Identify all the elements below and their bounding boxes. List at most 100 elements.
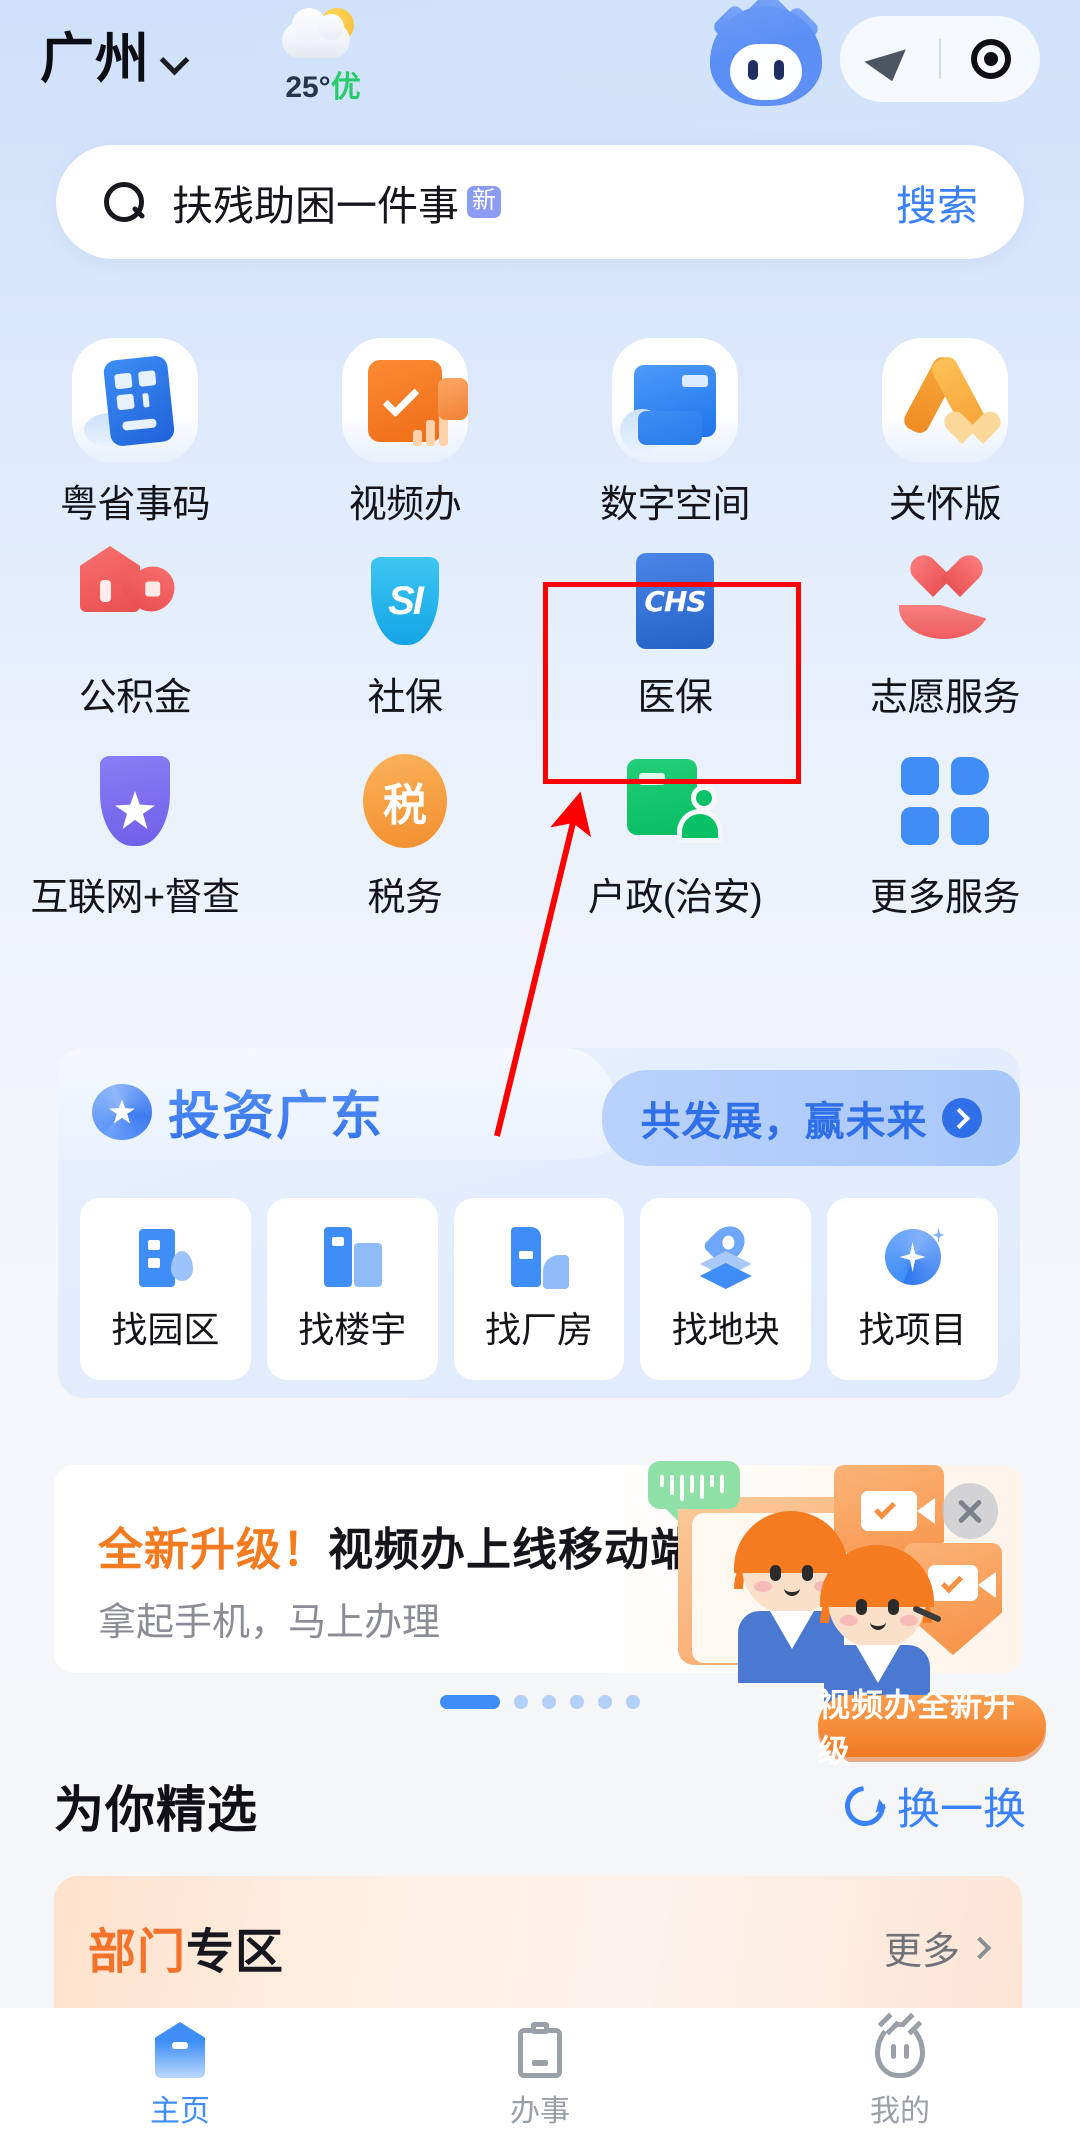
find-building-icon (320, 1225, 384, 1289)
video-service-icon (342, 338, 468, 463)
navigation-arrow-icon (863, 36, 916, 82)
invest-item-label: 找楼宇 (298, 1309, 407, 1350)
tab-label: 办事 (510, 2095, 570, 2128)
close-icon[interactable] (942, 1483, 998, 1539)
chevron-right-circle-icon (941, 1098, 982, 1138)
invest-item-find-park[interactable]: 找园区 (80, 1198, 251, 1380)
grid-item-label: 社保 (367, 677, 443, 719)
grid-item-digital-space[interactable]: 数字空间 (540, 320, 810, 528)
record-dot-icon (970, 39, 1011, 79)
social-insurance-icon: SI (350, 546, 460, 656)
invest-header: 投资广东 共发展，赢未来 (58, 1048, 1020, 1188)
app-screen: 广州 25°优 扶残助困一件事 新 搜索 粤省事码 视频办 数字空间 关怀版 公… (0, 0, 1080, 2142)
grid-item-label: 数字空间 (599, 484, 751, 526)
carousel-dot[interactable] (570, 1695, 584, 1709)
grid-item-medical-insurance[interactable]: CHS 医保 (540, 528, 810, 728)
find-park-icon (133, 1225, 197, 1289)
chevron-right-icon (968, 1936, 992, 1959)
grid-item-label: 公积金 (78, 677, 192, 719)
chevron-down-icon (162, 48, 186, 72)
navigation-arrow-button[interactable] (840, 36, 939, 82)
invest-item-find-project[interactable]: 找项目 (827, 1198, 998, 1380)
find-project-icon (881, 1225, 945, 1289)
city-selector[interactable]: 广州 (40, 14, 186, 93)
search-new-badge: 新 (467, 186, 501, 218)
search-bar[interactable]: 扶残助困一件事 新 搜索 (56, 145, 1024, 259)
temperature-value: 25° (285, 71, 331, 104)
grid-item-yue-code[interactable]: 粤省事码 (0, 320, 270, 528)
tab-label: 主页 (150, 2095, 210, 2128)
search-button[interactable]: 搜索 (896, 172, 978, 232)
tab-label: 我的 (870, 2095, 930, 2128)
carousel-dot[interactable] (626, 1695, 640, 1709)
grid-item-volunteer-service[interactable]: 志愿服务 (810, 528, 1080, 728)
grid-item-more-services[interactable]: 更多服务 (810, 728, 1080, 928)
refresh-button[interactable]: 换一换 (836, 1775, 1026, 1837)
tab-services[interactable]: 办事 (360, 2008, 720, 2142)
invest-guangdong-card[interactable]: 投资广东 共发展，赢未来 找园区 找楼宇 找厂房 找地块 找项目 (58, 1048, 1020, 1398)
grid-item-label: 更多服务 (869, 877, 1021, 919)
find-land-icon (694, 1219, 758, 1289)
tab-profile[interactable]: 我的 (720, 2008, 1080, 2142)
department-more-label: 更多 (883, 1931, 960, 1973)
grid-item-housing-fund[interactable]: 公积金 (0, 528, 270, 728)
internet-supervision-icon (80, 746, 190, 856)
invest-items: 找园区 找楼宇 找厂房 找地块 找项目 (80, 1198, 998, 1380)
carousel-dot[interactable] (440, 1695, 500, 1709)
weather-widget[interactable]: 25°优 (258, 8, 388, 106)
dept-title-rest: 专区 (186, 1926, 285, 1979)
invest-item-find-land[interactable]: 找地块 (640, 1198, 812, 1380)
grid-item-label: 志愿服务 (869, 677, 1021, 719)
grid-item-label: 粤省事码 (59, 484, 211, 526)
department-zone-title: 部门专区 (88, 1912, 284, 1982)
invest-item-find-building[interactable]: 找楼宇 (266, 1198, 438, 1380)
grid-item-care-version[interactable]: 关怀版 (810, 320, 1080, 528)
volunteer-service-icon (890, 546, 1000, 656)
invest-item-label: 找厂房 (484, 1309, 593, 1350)
mascot-avatar-icon[interactable] (710, 0, 822, 112)
home-icon (155, 2022, 205, 2078)
grid-item-label: 互联网+督查 (30, 877, 240, 919)
grid-item-label: 医保 (637, 677, 713, 719)
service-grid: 粤省事码 视频办 数字空间 关怀版 公积金 SI 社保 CHS 医保 志愿服务 … (0, 320, 1080, 928)
grid-item-label: 关怀版 (888, 484, 1002, 526)
bottom-tab-bar: 主页 办事 我的 (0, 2008, 1080, 2142)
invest-item-find-factory[interactable]: 找厂房 (453, 1198, 625, 1380)
tab-home[interactable]: 主页 (0, 2008, 360, 2142)
department-zone-card[interactable]: 部门专区 更多 (54, 1876, 1022, 2008)
department-more-button[interactable]: 更多 (883, 1920, 992, 1975)
medical-insurance-chs-icon: CHS (620, 546, 730, 656)
digital-space-icon (612, 338, 738, 463)
carousel-dot[interactable] (514, 1695, 528, 1709)
carousel-dot[interactable] (542, 1695, 556, 1709)
page-header: 广州 25°优 (0, 0, 1080, 118)
care-version-icon (882, 338, 1008, 463)
carousel-dots[interactable] (0, 1695, 1080, 1709)
promo-title: 全新升级！视频办上线移动端 (98, 1513, 696, 1578)
search-input[interactable]: 扶残助困一件事 新 (172, 172, 501, 232)
grid-item-social-insurance[interactable]: SI 社保 (270, 528, 540, 728)
promo-banner[interactable]: 全新升级！视频办上线移动端 拿起手机，马上办理 (54, 1461, 1022, 1717)
promo-title-highlight: 全新升级！ (98, 1524, 329, 1575)
invest-item-label: 找项目 (858, 1309, 967, 1350)
city-name: 广州 (40, 29, 150, 89)
dept-title-highlight: 部门 (88, 1926, 187, 1979)
invest-logo-group: 投资广东 (92, 1074, 384, 1149)
search-query-text: 扶残助困一件事 (172, 183, 459, 229)
find-factory-icon (507, 1225, 571, 1289)
air-quality-value: 优 (330, 71, 361, 104)
invest-slogan-tab[interactable]: 共发展，赢未来 (602, 1070, 1020, 1166)
promo-subtitle: 拿起手机，马上办理 (98, 1602, 441, 1644)
section-header: 为你精选 换一换 (54, 1770, 1026, 1842)
grid-item-tax[interactable]: 税 税务 (270, 728, 540, 928)
partly-cloudy-icon (278, 8, 368, 60)
carousel-dot[interactable] (598, 1695, 612, 1709)
more-services-grid-icon (890, 746, 1000, 856)
header-action-pill[interactable] (840, 16, 1040, 102)
record-button[interactable] (941, 39, 1040, 79)
grid-item-internet-supervision[interactable]: 互联网+督查 (0, 728, 270, 928)
refresh-icon (836, 1777, 894, 1835)
weather-text: 25°优 (285, 62, 360, 106)
grid-item-video-service[interactable]: 视频办 (270, 320, 540, 528)
grid-item-household-police[interactable]: 户政(治安) (540, 728, 810, 928)
